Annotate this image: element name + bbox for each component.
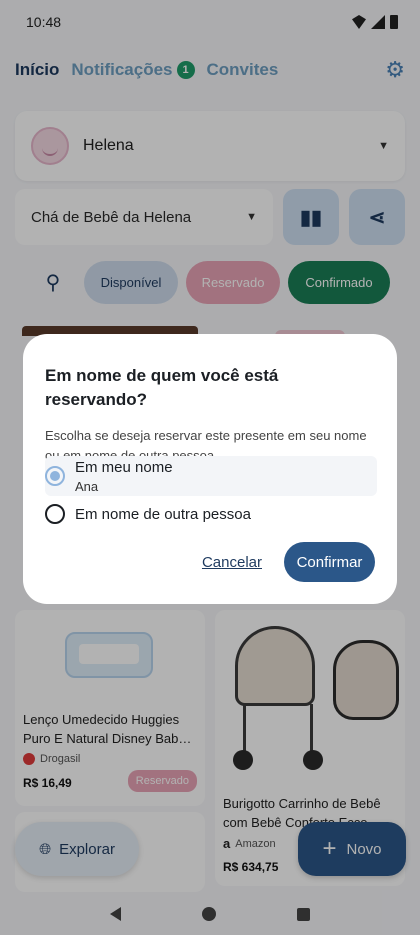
option-label: Em meu nome <box>75 458 173 476</box>
option-my-name[interactable]: Em meu nome Ana <box>45 456 377 496</box>
option-label: Em nome de outra pessoa <box>75 505 251 523</box>
radio-unselected-icon[interactable] <box>45 504 65 524</box>
option-sublabel: Ana <box>75 478 99 494</box>
option-text: Em meu nome Ana <box>75 459 173 494</box>
dialog-actions: Cancelar Confirmar <box>202 542 375 582</box>
option-other-person[interactable]: Em nome de outra pessoa <box>45 502 251 526</box>
radio-selected-icon[interactable] <box>45 466 65 486</box>
option-text: Em nome de outra pessoa <box>75 506 251 523</box>
confirm-button[interactable]: Confirmar <box>284 542 375 582</box>
reservation-dialog: Em nome de quem você está reservando? Es… <box>23 334 397 604</box>
cancel-button[interactable]: Cancelar <box>202 554 262 571</box>
dialog-title: Em nome de quem você está reservando? <box>45 366 279 409</box>
